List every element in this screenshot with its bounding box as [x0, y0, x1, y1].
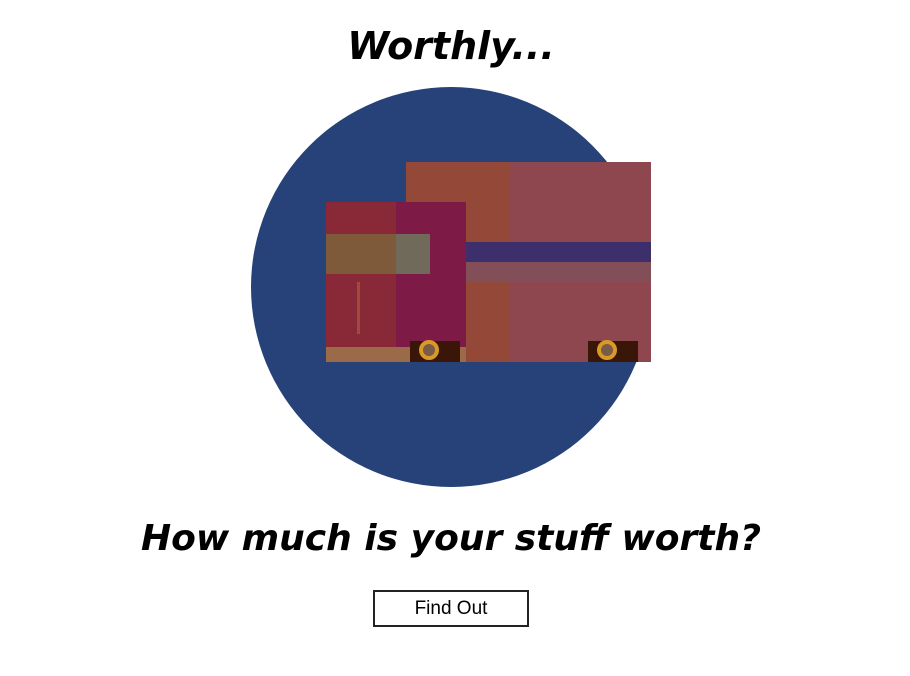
hero-illustration: [251, 87, 651, 487]
wheel-left: [410, 340, 460, 362]
headline: How much is your stuff worth?: [141, 518, 761, 559]
find-out-button[interactable]: Find Out: [373, 590, 529, 627]
wheel-right: [588, 340, 638, 362]
brand-title: Worthly...: [347, 24, 555, 68]
